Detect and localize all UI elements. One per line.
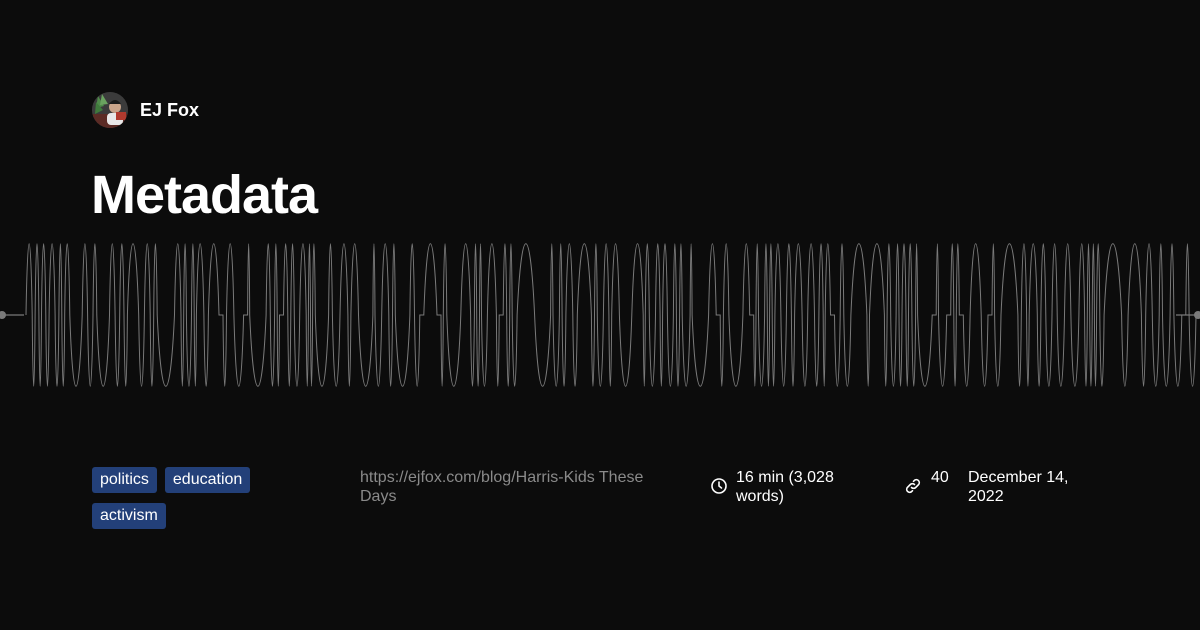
link-icon — [905, 478, 921, 494]
author-byline: EJ Fox — [92, 92, 199, 128]
author-name: EJ Fox — [140, 99, 200, 120]
waveform-graphic — [0, 243, 1200, 387]
waveform-line — [25, 243, 1197, 387]
og-card: EJ Fox Metadata politics education activ… — [0, 0, 1200, 630]
author-avatar — [92, 92, 128, 128]
clock-icon — [711, 478, 727, 494]
tag-education[interactable]: education — [164, 467, 251, 493]
waveform-start-dot — [0, 311, 6, 319]
link-count: 40 — [903, 468, 949, 495]
post-url[interactable]: https://ejfox.com/blog/Harris-Kids These… — [360, 468, 680, 506]
link-count-text: 40 — [931, 469, 949, 486]
reading-time: 16 min (3,028 words) — [710, 468, 870, 506]
tag-activism[interactable]: activism — [92, 503, 166, 529]
waveform-end-dot — [1194, 311, 1200, 319]
reading-time-text: 16 min (3,028 words) — [736, 469, 834, 505]
post-date: December 14, 2022 — [968, 469, 1069, 505]
tag-list: politics education activism — [92, 467, 292, 529]
tag-politics[interactable]: politics — [92, 467, 157, 493]
